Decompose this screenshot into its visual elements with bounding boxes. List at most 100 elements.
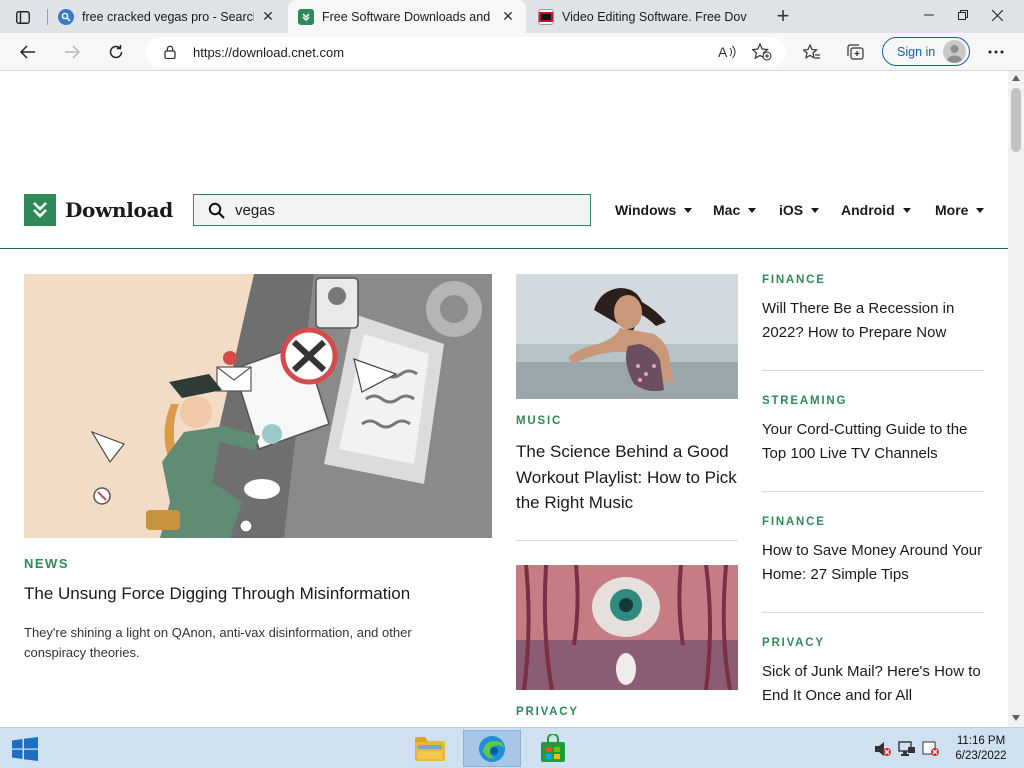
- nav-windows[interactable]: Windows: [615, 202, 693, 218]
- sign-in-label: Sign in: [897, 44, 936, 59]
- store-button[interactable]: [524, 730, 582, 767]
- search-icon: [208, 202, 225, 219]
- side-story-kicker[interactable]: FINANCE: [762, 274, 826, 286]
- volume-muted-icon[interactable]: [874, 741, 891, 757]
- music-story-kicker[interactable]: MUSIC: [516, 415, 562, 427]
- nav-label: More: [935, 202, 969, 218]
- file-explorer-button[interactable]: [401, 730, 459, 767]
- network-icon[interactable]: [898, 741, 915, 757]
- new-tab-button[interactable]: +: [770, 4, 796, 30]
- restore-button[interactable]: [946, 0, 980, 30]
- side-story-headline[interactable]: Sick of Junk Mail? Here's How to End It …: [762, 660, 984, 708]
- chevron-down-icon: [684, 207, 693, 213]
- refresh-button[interactable]: [101, 37, 131, 67]
- music-story-headline[interactable]: The Science Behind a Good Workout Playli…: [516, 439, 742, 516]
- lock-icon: [164, 45, 176, 59]
- more-dots-icon: [988, 50, 1004, 54]
- nav-label: Windows: [615, 202, 677, 218]
- main-story-image[interactable]: [24, 274, 492, 538]
- collections-button[interactable]: [841, 37, 871, 67]
- clock-date: 6/23/2022: [955, 750, 1007, 762]
- tab-actions-icon: [16, 10, 30, 24]
- read-aloud-icon[interactable]: A: [718, 44, 736, 60]
- page-scrollbar[interactable]: [1008, 71, 1024, 727]
- windows-logo-icon: [12, 736, 38, 761]
- side-divider: [762, 491, 984, 492]
- back-button[interactable]: [13, 37, 43, 67]
- minimize-icon: [924, 14, 934, 16]
- sign-in-button[interactable]: Sign in: [882, 37, 970, 66]
- main-story-dek: They're shining a light on QAnon, anti-v…: [24, 625, 412, 660]
- tab-search[interactable]: free cracked vegas pro - Search ✕: [48, 0, 286, 33]
- chevron-down-icon: [811, 207, 820, 213]
- tab-title: Video Editing Software. Free Dov: [562, 9, 747, 24]
- search-input[interactable]: [235, 201, 575, 219]
- side-divider: [762, 612, 984, 613]
- side-story-headline[interactable]: Your Cord-Cutting Guide to the Top 100 L…: [762, 418, 984, 466]
- edge-browser-button[interactable]: [463, 730, 521, 767]
- tab-close-button[interactable]: ✕: [500, 8, 516, 25]
- tab-title: Free Software Downloads and Re: [322, 9, 494, 24]
- side-story-headline[interactable]: Will There Be a Recession in 2022? How t…: [762, 297, 984, 345]
- nav-label: Android: [841, 202, 895, 218]
- avatar-icon: [943, 40, 966, 63]
- privacy-story-image[interactable]: [516, 565, 738, 690]
- back-arrow-icon: [20, 45, 35, 59]
- scroll-up-arrow-icon[interactable]: [1012, 75, 1020, 83]
- tab-actions-button[interactable]: [8, 6, 38, 28]
- tab-separator: [47, 9, 48, 25]
- tab-close-button[interactable]: ✕: [260, 8, 276, 25]
- side-story-kicker[interactable]: STREAMING: [762, 395, 847, 407]
- collections-icon: [847, 44, 864, 60]
- edge-icon: [479, 735, 505, 762]
- svg-text:A: A: [718, 44, 728, 60]
- favorites-button[interactable]: [797, 37, 827, 67]
- main-story-headline[interactable]: The Unsung Force Digging Through Misinfo…: [24, 582, 492, 606]
- settings-menu-button[interactable]: [981, 37, 1011, 67]
- site-search-box[interactable]: [193, 194, 591, 226]
- restore-icon: [958, 10, 968, 20]
- logo-text: Download: [65, 198, 173, 222]
- site-header: Download Windows Mac iOS Android More: [0, 187, 1008, 249]
- close-icon: [991, 9, 1003, 21]
- download-favicon: [298, 8, 314, 25]
- system-clock[interactable]: 11:16 PM 6/23/2022: [948, 734, 1014, 764]
- tab-video-editing[interactable]: Video Editing Software. Free Dov: [528, 0, 766, 33]
- forward-button[interactable]: [57, 37, 87, 67]
- chevron-down-icon: [976, 207, 985, 213]
- clock-time: 11:16 PM: [956, 735, 1006, 747]
- minimize-button[interactable]: [912, 0, 946, 30]
- store-icon: [541, 733, 565, 762]
- close-window-button[interactable]: [980, 0, 1014, 30]
- chevron-down-icon: [748, 207, 757, 213]
- nav-label: iOS: [779, 202, 804, 218]
- privacy-story-kicker[interactable]: PRIVACY: [516, 706, 579, 718]
- main-story-kicker[interactable]: NEWS: [24, 556, 69, 571]
- notification-warning-icon[interactable]: [922, 741, 939, 757]
- nav-label: Mac: [713, 202, 741, 218]
- forward-arrow-icon: [65, 45, 80, 59]
- web-page: Download Windows Mac iOS Android More: [0, 71, 1008, 727]
- tab-strip: free cracked vegas pro - Search ✕ Free S…: [0, 0, 1024, 33]
- side-story-kicker[interactable]: FINANCE: [762, 516, 826, 528]
- address-url[interactable]: https://download.cnet.com: [193, 45, 344, 60]
- nav-mac[interactable]: Mac: [713, 202, 757, 218]
- nch-favicon: [538, 8, 554, 25]
- side-story-headline[interactable]: How to Save Money Around Your Home: 27 S…: [762, 539, 984, 587]
- side-divider: [762, 370, 984, 371]
- taskbar: 11:16 PM 6/23/2022: [0, 727, 1024, 768]
- nav-more[interactable]: More: [935, 202, 985, 218]
- start-button[interactable]: [0, 730, 50, 767]
- music-story-image[interactable]: [516, 274, 738, 399]
- nav-ios[interactable]: iOS: [779, 202, 820, 218]
- scroll-thumb[interactable]: [1011, 88, 1021, 152]
- add-favorite-icon[interactable]: [752, 43, 772, 61]
- download-logo[interactable]: Download: [24, 194, 173, 226]
- scroll-down-arrow-icon[interactable]: [1012, 715, 1020, 723]
- address-bar[interactable]: https://download.cnet.com A: [146, 37, 786, 67]
- side-story-kicker[interactable]: PRIVACY: [762, 637, 825, 649]
- tab-download[interactable]: Free Software Downloads and Re ✕: [288, 0, 526, 33]
- nav-android[interactable]: Android: [841, 202, 911, 218]
- favorites-icon: [803, 44, 820, 60]
- logo-chevron-icon: [24, 194, 56, 226]
